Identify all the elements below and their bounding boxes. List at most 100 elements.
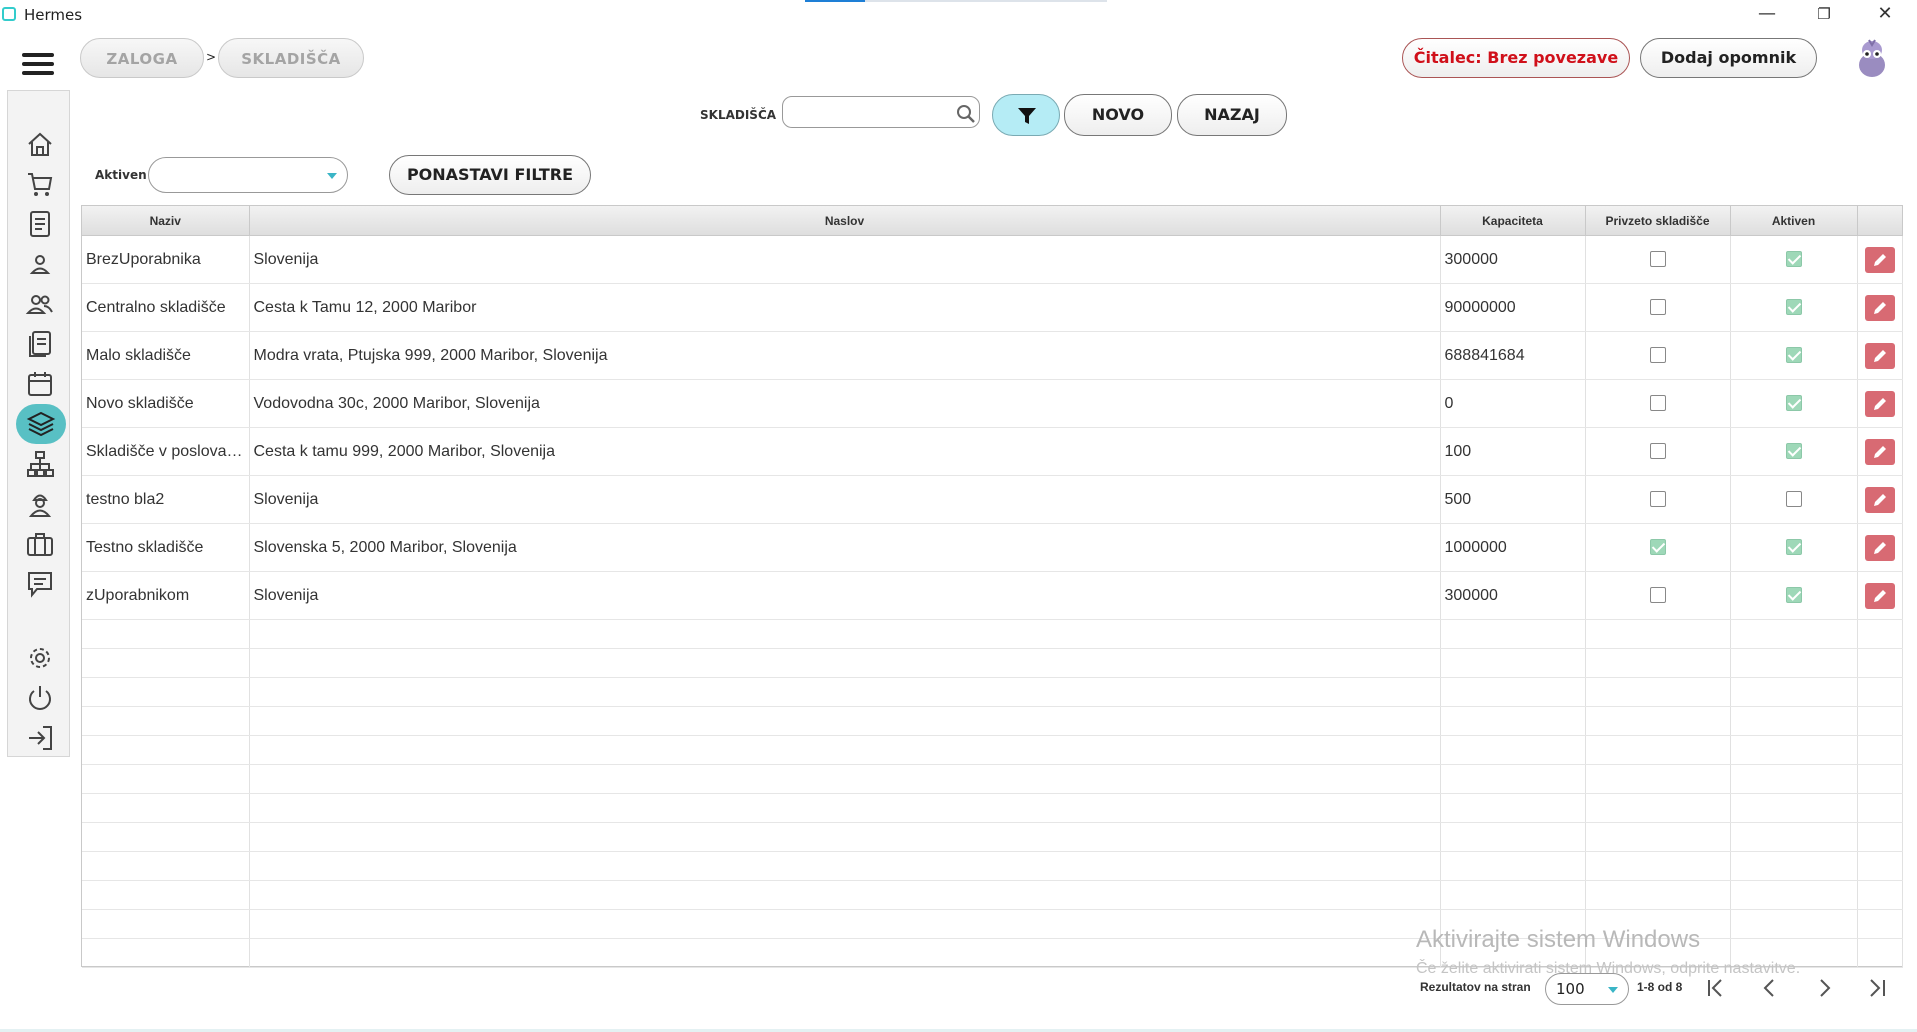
layers-icon[interactable]: [16, 404, 66, 444]
menu-icon[interactable]: [22, 53, 54, 75]
new-button[interactable]: NOVO: [1064, 94, 1172, 136]
privzeto-checkbox[interactable]: [1649, 347, 1666, 364]
logout-icon[interactable]: [25, 723, 55, 753]
search-icon[interactable]: [956, 104, 975, 123]
gear-icon[interactable]: [25, 643, 55, 673]
column-header-naslov[interactable]: Naslov: [249, 206, 1441, 236]
page-range: 1-8 od 8: [1637, 980, 1683, 994]
first-page-icon[interactable]: [1703, 976, 1731, 1000]
aktiven-checkbox[interactable]: [1785, 251, 1802, 268]
last-page-icon[interactable]: [1862, 976, 1890, 1000]
calendar-icon[interactable]: [25, 369, 55, 399]
privzeto-checkbox[interactable]: [1649, 539, 1666, 556]
sidebar: [7, 90, 70, 757]
network-icon[interactable]: [25, 449, 55, 479]
table-row[interactable]: Centralno skladišče Cesta k Tamu 12, 2000…: [82, 283, 1903, 332]
cell-naslov: Slovenija: [249, 235, 1441, 284]
cell-naziv: BrezUporabnika: [82, 235, 250, 284]
cell-aktiven: [1730, 235, 1858, 284]
aktiven-filter-label: Aktiven: [95, 168, 147, 182]
column-header-kapaciteta[interactable]: Kapaciteta: [1440, 206, 1586, 236]
column-header-naziv[interactable]: Naziv: [82, 206, 250, 236]
privzeto-checkbox[interactable]: [1649, 299, 1666, 316]
document-icon[interactable]: [25, 209, 55, 239]
app-icon: [2, 7, 16, 21]
cell-naslov: Cesta k Tamu 12, 2000 Maribor: [249, 283, 1441, 332]
aktiven-checkbox[interactable]: [1785, 395, 1802, 412]
table-row[interactable]: BrezUporabnika Slovenija 300000: [82, 235, 1903, 284]
table-row[interactable]: Malo skladišče Modra vrata, Ptujska 999, …: [82, 331, 1903, 380]
previous-page-icon[interactable]: [1756, 976, 1784, 1000]
chevron-down-icon: [1608, 987, 1618, 993]
reset-filters-button[interactable]: PONASTAVI FILTRE: [389, 155, 591, 195]
avatar[interactable]: [1855, 38, 1889, 78]
cell-aktiven: [1730, 571, 1858, 620]
cell-naziv: zUporabnikom: [82, 571, 250, 620]
table-row[interactable]: Novo skladišče Vodovodna 30c, 2000 Maribo…: [82, 379, 1903, 428]
privzeto-checkbox[interactable]: [1649, 443, 1666, 460]
edit-button[interactable]: [1864, 246, 1895, 273]
chat-icon[interactable]: [25, 569, 55, 599]
empty-row: [82, 764, 1903, 794]
search-input[interactable]: [782, 96, 980, 128]
reader-status-button[interactable]: Čitalec: Brez povezave: [1402, 38, 1630, 78]
aktiven-checkbox[interactable]: [1785, 443, 1802, 460]
cell-aktiven: [1730, 523, 1858, 572]
privzeto-checkbox[interactable]: [1649, 491, 1666, 508]
cell-kapaciteta: 300000: [1440, 235, 1586, 284]
user-icon[interactable]: [25, 249, 55, 279]
table-row[interactable]: Skladišče v poslovalnici Cesta k tamu 999…: [82, 427, 1903, 476]
users-icon[interactable]: [25, 289, 55, 319]
cart-icon[interactable]: [25, 169, 55, 199]
edit-button[interactable]: [1864, 534, 1895, 561]
aktiven-checkbox[interactable]: [1785, 491, 1802, 508]
aktiven-checkbox[interactable]: [1785, 587, 1802, 604]
cell-privzeto: [1585, 523, 1731, 572]
cell-aktiven: [1730, 331, 1858, 380]
restore-icon[interactable]: ❐: [1797, 0, 1851, 30]
privzeto-checkbox[interactable]: [1649, 395, 1666, 412]
edit-button[interactable]: [1864, 582, 1895, 609]
briefcase-icon[interactable]: [25, 529, 55, 559]
window-titlebar: Hermes — ❐ ✕: [0, 0, 1917, 30]
table-row[interactable]: testno bla2 Slovenija 500: [82, 475, 1903, 524]
edit-button[interactable]: [1864, 438, 1895, 465]
cell-kapaciteta: 300000: [1440, 571, 1586, 620]
search-label: SKLADIŠČA: [700, 108, 777, 122]
cell-actions: [1857, 523, 1903, 572]
privzeto-checkbox[interactable]: [1649, 251, 1666, 268]
edit-button[interactable]: [1864, 294, 1895, 321]
cell-privzeto: [1585, 571, 1731, 620]
breadcrumb-zaloga[interactable]: ZALOGA: [80, 38, 204, 78]
aktiven-checkbox[interactable]: [1785, 299, 1802, 316]
close-icon[interactable]: ✕: [1858, 0, 1912, 30]
table-row[interactable]: Testno skladišče Slovenska 5, 2000 Maribo…: [82, 523, 1903, 572]
aktiven-checkbox[interactable]: [1785, 539, 1802, 556]
worker-icon[interactable]: [25, 489, 55, 519]
cell-privzeto: [1585, 235, 1731, 284]
cell-aktiven: [1730, 283, 1858, 332]
aktiven-checkbox[interactable]: [1785, 347, 1802, 364]
home-icon[interactable]: [25, 129, 55, 159]
minimize-icon[interactable]: —: [1740, 0, 1794, 30]
power-icon[interactable]: [25, 683, 55, 713]
table-row[interactable]: zUporabnikom Slovenija 300000: [82, 571, 1903, 620]
page-size-select[interactable]: 100: [1545, 973, 1629, 1005]
edit-button[interactable]: [1864, 486, 1895, 513]
next-page-icon[interactable]: [1810, 976, 1838, 1000]
filter-button[interactable]: [992, 94, 1060, 136]
privzeto-checkbox[interactable]: [1649, 587, 1666, 604]
column-header-aktiven[interactable]: Aktiven: [1730, 206, 1858, 236]
edit-button[interactable]: [1864, 390, 1895, 417]
cell-naslov: Slovenska 5, 2000 Maribor, Slovenija: [249, 523, 1441, 572]
page-size-value: 100: [1556, 980, 1585, 998]
breadcrumb-skladisca[interactable]: SKLADIŠČA: [218, 38, 364, 78]
empty-row: [82, 648, 1903, 678]
add-reminder-button[interactable]: Dodaj opomnik: [1640, 38, 1817, 78]
list-icon[interactable]: [25, 329, 55, 359]
cell-actions: [1857, 427, 1903, 476]
edit-button[interactable]: [1864, 342, 1895, 369]
column-header-privzeto[interactable]: Privzeto skladišče: [1585, 206, 1731, 236]
aktiven-filter-select[interactable]: [148, 157, 348, 193]
back-button[interactable]: NAZAJ: [1177, 94, 1287, 136]
